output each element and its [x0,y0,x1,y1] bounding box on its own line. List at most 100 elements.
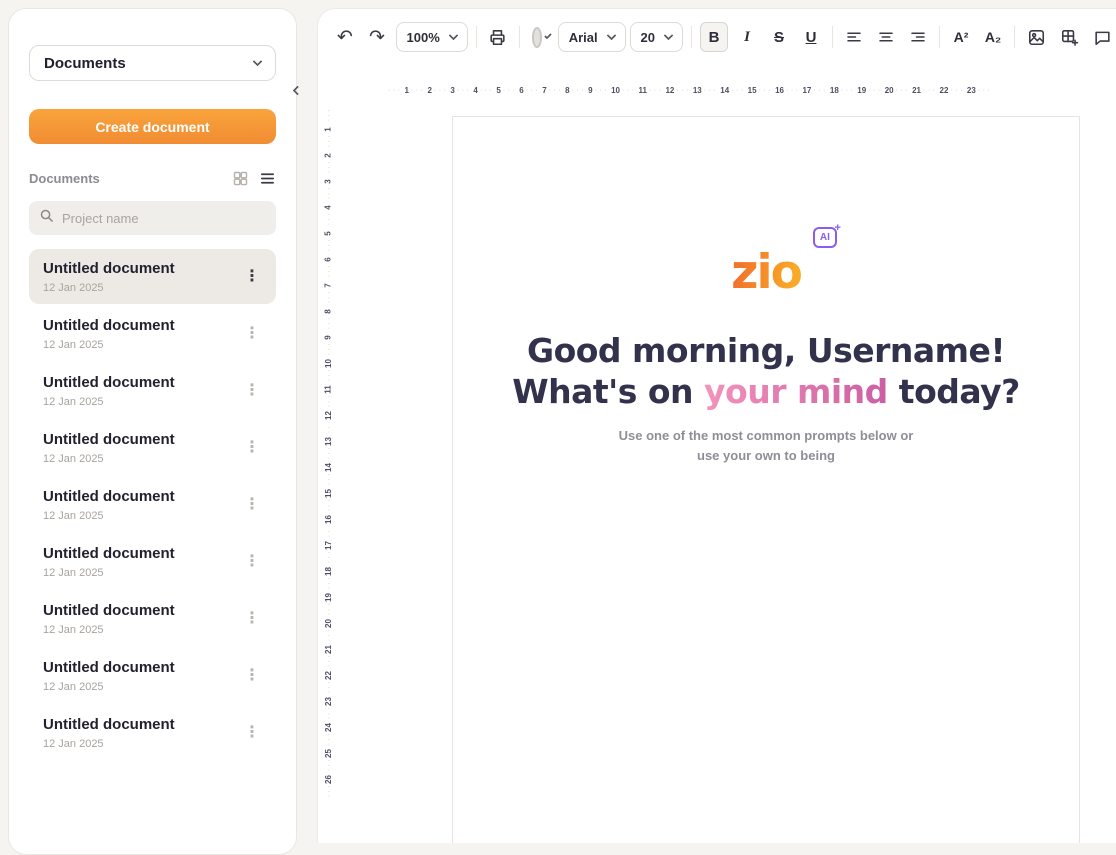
zoom-value: 100% [407,30,440,45]
ruler-number: 21 [323,645,334,654]
redo-button[interactable]: ↷ [364,22,390,52]
align-right-button[interactable] [905,22,931,52]
search-input[interactable] [62,211,266,226]
document-list-item[interactable]: Untitled document 12 Jan 2025 ⋮ [29,420,276,475]
text-color-button[interactable] [528,22,554,52]
document-list-item[interactable]: Untitled document 12 Jan 2025 ⋮ [29,534,276,589]
vertical-ruler[interactable]: ···1···2···3···4···5···6···7···8···9···1… [319,109,337,843]
strikethrough-label: S [774,29,784,46]
undo-button[interactable]: ↶ [332,22,358,52]
print-button[interactable] [485,22,511,52]
image-icon [1027,28,1046,47]
ruler-number: 10 [323,359,334,368]
ruler-number: 4 [473,86,477,95]
document-date: 12 Jan 2025 [43,510,175,522]
font-size-dropdown[interactable]: 20 [630,22,683,52]
chevron-down-icon [448,31,458,41]
undo-icon: ↶ [337,28,353,47]
kebab-menu-icon[interactable]: ⋮ [240,381,264,401]
ai-badge-label: AI [820,232,830,243]
ruler-number: 6 [519,86,523,95]
color-swatch-icon [532,27,542,48]
kebab-menu-icon[interactable]: ⋮ [240,609,264,629]
ruler-number: 21 [912,86,921,95]
zoom-dropdown[interactable]: 100% [396,22,468,52]
ruler-number: 3 [322,179,333,183]
document-date: 12 Jan 2025 [43,339,175,351]
underline-label: U [806,29,817,46]
document-date: 12 Jan 2025 [43,567,175,579]
document-list-item[interactable]: Untitled document 12 Jan 2025 ⋮ [29,306,276,361]
ruler-number: 13 [693,86,702,95]
align-center-icon [877,28,895,46]
list-view-icon[interactable] [259,170,276,187]
subscript-button[interactable]: A₂ [980,22,1006,52]
documents-list-header: Documents [29,171,100,186]
kebab-menu-icon[interactable]: ⋮ [240,324,264,344]
chevron-down-icon [664,31,674,41]
align-center-button[interactable] [873,22,899,52]
collapse-sidebar-button[interactable] [290,83,304,97]
document-date: 12 Jan 2025 [43,396,175,408]
insert-table-button[interactable] [1056,22,1083,52]
printer-icon [488,28,507,47]
subtitle-line1: Use one of the most common prompts below… [619,428,914,443]
ruler-number: 3 [450,86,454,95]
strikethrough-button[interactable]: S [766,22,792,52]
comment-button[interactable] [1089,22,1116,52]
font-family-dropdown[interactable]: Arial [558,22,626,52]
ruler-number: 4 [322,205,333,209]
font-family-value: Arial [569,30,598,45]
toolbar-divider [832,26,833,48]
italic-button[interactable]: I [734,22,760,52]
ruler-number: 8 [322,309,333,313]
italic-label: I [744,29,750,46]
document-list-item[interactable]: Untitled document 12 Jan 2025 ⋮ [29,591,276,646]
ruler-number: 5 [496,86,500,95]
ruler-number: 16 [775,86,784,95]
ruler-number: 15 [748,86,757,95]
ruler-number: 24 [323,723,334,732]
align-left-button[interactable] [841,22,867,52]
ruler-number: 19 [323,593,334,602]
horizontal-ruler[interactable]: ···1···2···3···4···5···6···7···8···9···1… [386,83,1086,97]
document-list-item[interactable]: Untitled document 12 Jan 2025 ⋮ [29,363,276,418]
document-list-item[interactable]: Untitled document 12 Jan 2025 ⋮ [29,249,276,304]
chevron-down-icon [606,31,616,41]
ruler-number: 12 [665,86,674,95]
superscript-button[interactable]: A² [948,22,974,52]
create-document-button[interactable]: Create document [29,109,276,144]
chevron-down-icon [544,32,552,40]
document-list-item[interactable]: Untitled document 12 Jan 2025 ⋮ [29,648,276,703]
kebab-menu-icon[interactable]: ⋮ [240,552,264,572]
kebab-menu-icon[interactable]: ⋮ [240,666,264,686]
ruler-number: 7 [322,283,333,287]
ruler-number: 8 [565,86,569,95]
ruler-number: 15 [323,489,334,498]
ai-badge-plus: + [834,222,840,234]
document-list-item[interactable]: Untitled document 12 Jan 2025 ⋮ [29,477,276,532]
ruler-number: 7 [542,86,546,95]
document-title: Untitled document [43,715,175,735]
ruler-number: 5 [322,231,333,235]
ruler-number: 1 [322,127,333,131]
ruler-number: 26 [323,775,334,784]
documents-list-header-row: Documents [29,170,276,187]
document-list: Untitled document 12 Jan 2025 ⋮ Untitled… [29,249,276,762]
insert-image-button[interactable] [1023,22,1050,52]
kebab-menu-icon[interactable]: ⋮ [240,723,264,743]
grid-view-icon[interactable] [232,170,249,187]
document-page[interactable]: zio AI + Good morning, Username! What's … [452,116,1080,843]
font-size-value: 20 [641,30,655,45]
kebab-menu-icon[interactable]: ⋮ [240,495,264,515]
toolbar-divider [939,26,940,48]
align-right-icon [909,28,927,46]
bold-button[interactable]: B [700,22,728,52]
ruler-number: 11 [638,86,646,95]
underline-button[interactable]: U [798,22,824,52]
document-date: 12 Jan 2025 [43,681,175,693]
document-list-item[interactable]: Untitled document 12 Jan 2025 ⋮ [29,705,276,760]
kebab-menu-icon[interactable]: ⋮ [240,267,264,287]
workspace-selector[interactable]: Documents [29,45,276,81]
kebab-menu-icon[interactable]: ⋮ [240,438,264,458]
